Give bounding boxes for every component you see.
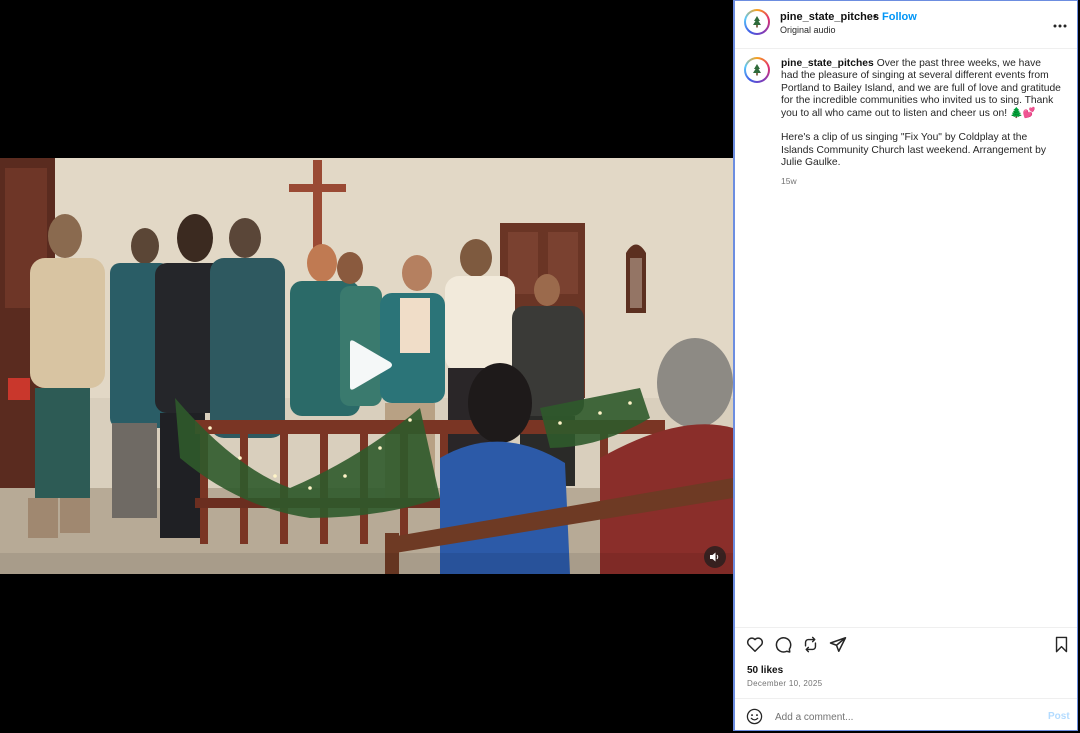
post-age[interactable]: 15w — [781, 176, 797, 186]
like-button[interactable] — [746, 636, 764, 658]
comment-button[interactable] — [774, 636, 792, 658]
post-side-panel: pine_state_pitches • Follow Original aud… — [733, 0, 1078, 731]
caption-paragraph: pine_state_pitches Over the past three we… — [781, 58, 1061, 120]
comment-bar: Post — [735, 698, 1077, 733]
play-button[interactable] — [340, 337, 396, 393]
caption-paragraph: Here's a clip of us singing "Fix You" by… — [781, 132, 1046, 169]
pine-logo-icon — [753, 64, 761, 76]
more-options-button[interactable] — [1053, 15, 1067, 33]
pine-logo-icon — [753, 16, 761, 28]
follow-button[interactable]: Follow — [882, 11, 917, 23]
repost-button[interactable] — [802, 636, 819, 658]
play-icon — [350, 340, 392, 390]
audio-label[interactable]: Original audio — [780, 25, 836, 35]
likes-count[interactable]: 50 likes — [747, 665, 783, 676]
emoji-button[interactable] — [746, 708, 763, 730]
heart-icon — [746, 637, 764, 652]
post-header: pine_state_pitches • Follow Original aud… — [735, 1, 1077, 49]
comment-icon — [775, 637, 792, 653]
more-options-icon — [1053, 24, 1067, 28]
header-username[interactable]: pine_state_pitches — [780, 11, 879, 23]
post-comment-button[interactable]: Post — [1048, 711, 1070, 722]
caption-avatar[interactable] — [744, 57, 770, 83]
post-caption: pine_state_pitches Over the past three we… — [781, 58, 1061, 182]
bookmark-icon — [1055, 636, 1068, 653]
speaker-icon — [710, 552, 719, 562]
separator-dot: • — [873, 11, 877, 23]
repost-icon — [804, 636, 817, 653]
comment-input[interactable] — [773, 707, 1037, 727]
post-date: December 10, 2025 — [747, 679, 823, 688]
mute-toggle-button[interactable] — [704, 546, 726, 568]
caption-username[interactable]: pine_state_pitches — [781, 58, 874, 69]
avatar[interactable] — [744, 9, 770, 35]
action-bar: 50 likes December 10, 2025 — [735, 627, 1077, 698]
media-pane — [0, 0, 733, 733]
emoji-icon — [746, 708, 763, 725]
save-button[interactable] — [1054, 636, 1069, 658]
share-icon — [829, 637, 847, 652]
share-button[interactable] — [829, 636, 847, 658]
